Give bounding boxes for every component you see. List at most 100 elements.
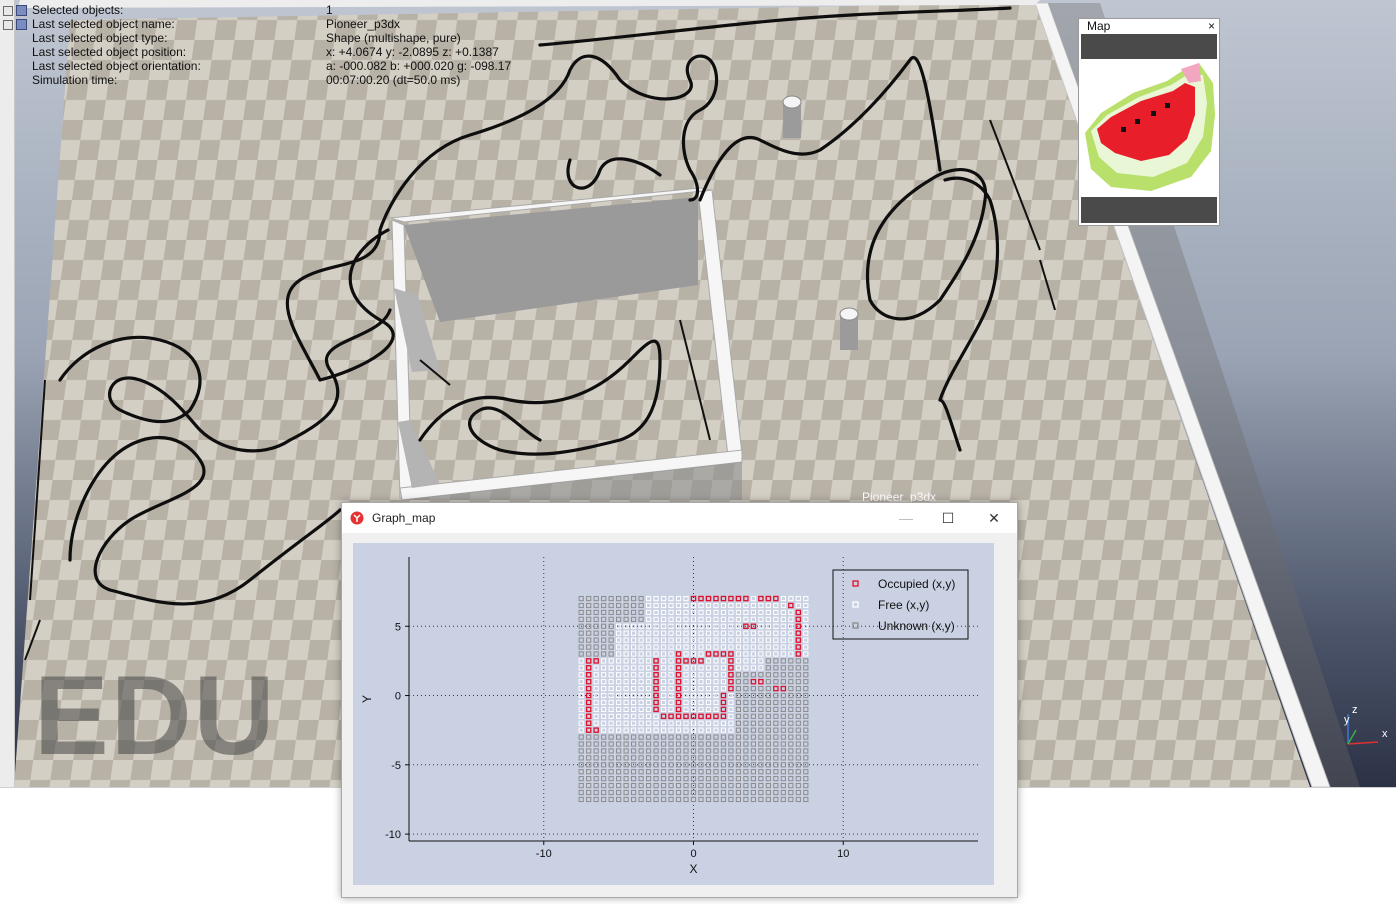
unknown-point xyxy=(623,769,629,775)
map-title: Map xyxy=(1087,19,1111,33)
unknown-point xyxy=(735,782,742,789)
unknown-point xyxy=(601,741,607,747)
graph-map-window[interactable]: Graph_map — ☐ ✕ -10 0 10 5 0 -5 -10 X Y Occupied… xyxy=(341,502,1018,898)
unknown-point xyxy=(638,769,644,775)
info-key: Last selected object type: xyxy=(32,31,168,45)
free-point xyxy=(683,665,689,671)
close-button[interactable]: ✕ xyxy=(979,507,1009,529)
minimize-button[interactable]: — xyxy=(891,507,921,529)
free-point xyxy=(803,651,809,657)
free-point xyxy=(660,679,667,685)
unknown-point xyxy=(773,727,779,733)
free-point xyxy=(645,706,652,712)
unknown-point xyxy=(780,734,786,740)
occupied-point xyxy=(585,699,592,706)
unknown-point xyxy=(653,789,659,796)
free-point xyxy=(758,651,764,657)
map-window[interactable]: Map × xyxy=(1078,18,1220,226)
info-key: Last selected object name: xyxy=(32,17,175,31)
occupied-point xyxy=(585,727,592,733)
occupied-point xyxy=(728,678,734,685)
occupied-point xyxy=(675,699,682,706)
info-checkbox-2[interactable] xyxy=(16,19,27,30)
unknown-point xyxy=(735,769,742,775)
map-close-button[interactable]: × xyxy=(1208,19,1215,33)
collapse-toggle[interactable] xyxy=(3,6,13,16)
free-point xyxy=(616,658,622,664)
unknown-point xyxy=(750,713,756,719)
unknown-point xyxy=(601,769,607,775)
unknown-point xyxy=(803,769,809,775)
occupied-point xyxy=(795,609,802,616)
unknown-point xyxy=(728,789,734,796)
unknown-point xyxy=(773,769,779,775)
occupied-point xyxy=(585,692,592,699)
free-point xyxy=(593,686,599,692)
unknown-point xyxy=(593,651,599,657)
map-titlebar[interactable]: Map × xyxy=(1079,19,1219,33)
unknown-point xyxy=(795,679,801,685)
option-toggle[interactable] xyxy=(3,20,13,30)
plot-area[interactable]: -10 0 10 5 0 -5 -10 X Y Occupied (x,y) Free (x,y)… xyxy=(353,543,994,885)
occupied-point xyxy=(728,595,734,602)
free-point xyxy=(773,602,779,609)
occupied-point xyxy=(593,727,599,733)
occupied-point xyxy=(690,713,697,720)
free-point xyxy=(698,637,704,643)
map-footer-band xyxy=(1081,197,1217,223)
free-point xyxy=(683,637,689,643)
occupied-point xyxy=(728,651,734,657)
free-point xyxy=(758,609,764,616)
occupied-point xyxy=(758,678,764,685)
free-point xyxy=(765,630,771,636)
unknown-point xyxy=(720,776,727,782)
occupied-point xyxy=(698,713,704,720)
free-point xyxy=(616,713,622,719)
unknown-point xyxy=(623,796,629,803)
free-point xyxy=(788,609,794,616)
free-point xyxy=(660,616,667,622)
unknown-point xyxy=(593,748,599,754)
occupied-point xyxy=(653,692,659,699)
y-axis-label: Y xyxy=(360,695,374,703)
unknown-point xyxy=(645,741,652,747)
free-point xyxy=(638,686,644,692)
free-point xyxy=(735,644,742,650)
unknown-point xyxy=(728,776,734,782)
unknown-point xyxy=(586,630,592,636)
unknown-point xyxy=(743,796,749,803)
info-value: Pioneer_p3dx xyxy=(326,17,401,31)
occupied-point xyxy=(675,706,682,713)
free-point xyxy=(645,637,652,643)
unknown-point xyxy=(578,651,584,657)
occupancy-scatter-chart: -10 0 10 5 0 -5 -10 X Y Occupied (x,y) Free (x,y)… xyxy=(360,557,978,876)
unknown-point xyxy=(743,741,749,747)
info-checkbox-1[interactable] xyxy=(16,5,27,16)
free-point xyxy=(728,637,734,643)
unknown-point xyxy=(713,741,719,747)
free-point xyxy=(743,602,749,609)
occupied-point xyxy=(653,658,659,664)
unknown-point xyxy=(593,789,599,796)
unknown-point xyxy=(788,699,794,706)
free-point xyxy=(788,630,794,636)
unknown-point xyxy=(773,720,779,726)
occupied-point xyxy=(720,706,727,713)
free-point xyxy=(750,630,756,636)
unknown-point xyxy=(758,713,764,719)
free-point xyxy=(645,609,652,616)
unknown-point xyxy=(750,741,756,747)
free-point xyxy=(803,602,809,609)
maximize-button[interactable]: ☐ xyxy=(933,507,963,529)
info-key: Last selected object position: xyxy=(32,45,187,59)
unknown-point xyxy=(683,734,689,740)
unknown-point xyxy=(788,658,794,664)
free-point xyxy=(683,602,689,609)
unknown-point xyxy=(803,748,809,754)
occupied-point xyxy=(675,658,682,664)
free-point xyxy=(705,644,712,650)
graph-titlebar[interactable]: Graph_map — ☐ ✕ xyxy=(342,503,1017,533)
free-point xyxy=(645,692,652,699)
free-point xyxy=(638,706,644,712)
free-point xyxy=(660,630,667,636)
